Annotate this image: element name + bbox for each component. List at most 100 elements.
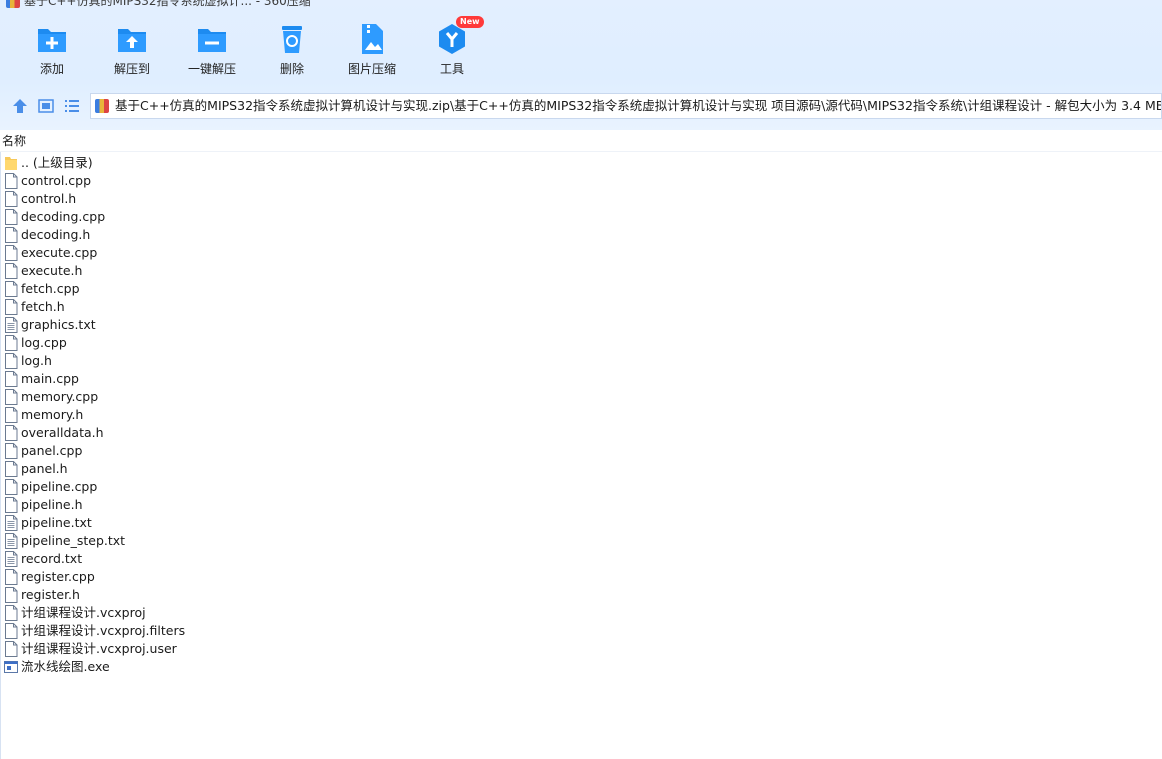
file-icon xyxy=(5,209,18,225)
file-icon xyxy=(5,173,18,189)
file-row[interactable]: main.cpp xyxy=(0,370,1162,388)
exe-file-icon xyxy=(4,661,18,673)
app-icon xyxy=(6,0,20,8)
file-row[interactable]: execute.h xyxy=(0,262,1162,280)
folder-icon xyxy=(5,157,17,170)
file-row[interactable]: 计组课程设计.vcxproj.user xyxy=(0,640,1162,658)
tools-button[interactable]: New 工具 xyxy=(412,16,492,82)
file-icon xyxy=(5,569,18,585)
file-icon xyxy=(5,191,18,207)
file-row[interactable]: execute.cpp xyxy=(0,244,1162,262)
file-name: pipeline.txt xyxy=(21,515,92,530)
file-row[interactable]: memory.h xyxy=(0,406,1162,424)
extract-to-icon xyxy=(118,29,146,52)
zip-archive-icon xyxy=(95,99,109,113)
file-name: register.cpp xyxy=(21,569,95,584)
file-name: pipeline_step.txt xyxy=(21,533,126,548)
file-icon xyxy=(5,425,18,441)
file-row[interactable]: panel.h xyxy=(0,460,1162,478)
file-name: memory.cpp xyxy=(21,389,99,404)
file-name: graphics.txt xyxy=(21,317,96,332)
add-icon xyxy=(38,29,66,52)
list-view-icon[interactable] xyxy=(63,97,81,115)
file-icon xyxy=(5,407,18,423)
extract-to-button[interactable]: 解压到 xyxy=(92,22,172,82)
one-click-extract-button[interactable]: 一键解压 xyxy=(172,22,252,82)
file-name: fetch.cpp xyxy=(21,281,80,296)
text-file-icon xyxy=(5,515,18,531)
text-file-icon xyxy=(5,551,18,567)
file-row[interactable]: 计组课程设计.vcxproj.filters xyxy=(0,622,1162,640)
file-name: .. (上级目录) xyxy=(21,155,93,170)
address-path: 基于C++仿真的MIPS32指令系统虚拟计算机设计与实现.zip\基于C++仿真… xyxy=(115,98,1162,113)
file-row[interactable]: log.h xyxy=(0,352,1162,370)
file-name: control.h xyxy=(21,191,77,206)
file-icon xyxy=(5,389,18,405)
window-title: 基于C++仿真的MIPS32指令系统虚拟计... - 360压缩 xyxy=(24,0,311,8)
file-icon xyxy=(5,227,18,243)
file-icon xyxy=(5,245,18,261)
file-row[interactable]: pipeline.txt xyxy=(0,514,1162,532)
thumbnail-view-icon[interactable] xyxy=(37,97,55,115)
file-name: pipeline.h xyxy=(21,497,83,512)
file-row[interactable]: pipeline_step.txt xyxy=(0,532,1162,550)
file-row[interactable]: register.cpp xyxy=(0,568,1162,586)
new-badge: New xyxy=(456,16,484,28)
file-row[interactable]: fetch.cpp xyxy=(0,280,1162,298)
file-name: execute.cpp xyxy=(21,245,98,260)
file-name: record.txt xyxy=(21,551,83,566)
file-row[interactable]: record.txt xyxy=(0,550,1162,568)
file-icon xyxy=(5,497,18,513)
file-icon xyxy=(5,461,18,477)
file-icon xyxy=(5,443,18,459)
title-bar: 基于C++仿真的MIPS32指令系统虚拟计... - 360压缩 xyxy=(0,0,420,9)
file-row[interactable]: log.cpp xyxy=(0,334,1162,352)
file-icon xyxy=(5,587,18,603)
file-name: 计组课程设计.vcxproj xyxy=(21,605,146,620)
file-row[interactable]: fetch.h xyxy=(0,298,1162,316)
image-compress-button[interactable]: 图片压缩 xyxy=(332,22,412,82)
file-name: control.cpp xyxy=(21,173,92,188)
image-compress-icon xyxy=(362,24,383,54)
one-click-extract-icon xyxy=(198,29,226,52)
file-name: memory.h xyxy=(21,407,84,422)
nav-bar: 基于C++仿真的MIPS32指令系统虚拟计算机设计与实现.zip\基于C++仿真… xyxy=(0,93,1162,119)
file-row[interactable]: control.cpp xyxy=(0,172,1162,190)
text-file-icon xyxy=(5,533,18,549)
file-row[interactable]: decoding.h xyxy=(0,226,1162,244)
add-button[interactable]: 添加 xyxy=(12,22,92,82)
file-icon xyxy=(5,353,18,369)
up-arrow-icon[interactable] xyxy=(11,97,29,115)
file-row[interactable]: 计组课程设计.vcxproj xyxy=(0,604,1162,622)
top-panel: 基于C++仿真的MIPS32指令系统虚拟计... - 360压缩 添加 解压到 xyxy=(0,0,1162,130)
file-row[interactable]: register.h xyxy=(0,586,1162,604)
file-icon xyxy=(5,605,18,621)
file-row[interactable]: pipeline.h xyxy=(0,496,1162,514)
file-row[interactable]: pipeline.cpp xyxy=(0,478,1162,496)
file-icon xyxy=(5,371,18,387)
file-icon xyxy=(5,479,18,495)
file-icon xyxy=(5,335,18,351)
file-name: overalldata.h xyxy=(21,425,104,440)
file-name: 计组课程设计.vcxproj.user xyxy=(21,641,177,656)
file-row[interactable]: decoding.cpp xyxy=(0,208,1162,226)
file-icon xyxy=(5,263,18,279)
file-row[interactable]: memory.cpp xyxy=(0,388,1162,406)
text-file-icon xyxy=(5,317,18,333)
file-name: decoding.h xyxy=(21,227,91,242)
file-row[interactable]: panel.cpp xyxy=(0,442,1162,460)
file-name: pipeline.cpp xyxy=(21,479,98,494)
file-icon xyxy=(5,623,18,639)
delete-button[interactable]: 删除 xyxy=(252,22,332,82)
file-name: 流水线绘图.exe xyxy=(21,659,110,674)
file-name: main.cpp xyxy=(21,371,79,386)
file-row[interactable]: graphics.txt xyxy=(0,316,1162,334)
file-row[interactable]: 流水线绘图.exe xyxy=(0,658,1162,676)
file-row[interactable]: control.h xyxy=(0,190,1162,208)
file-row[interactable]: overalldata.h xyxy=(0,424,1162,442)
file-name: decoding.cpp xyxy=(21,209,106,224)
column-header-name[interactable]: 名称 xyxy=(0,130,1162,152)
address-bar[interactable]: 基于C++仿真的MIPS32指令系统虚拟计算机设计与实现.zip\基于C++仿真… xyxy=(90,93,1162,119)
file-name: panel.cpp xyxy=(21,443,83,458)
file-row[interactable]: .. (上级目录) xyxy=(0,154,1162,172)
